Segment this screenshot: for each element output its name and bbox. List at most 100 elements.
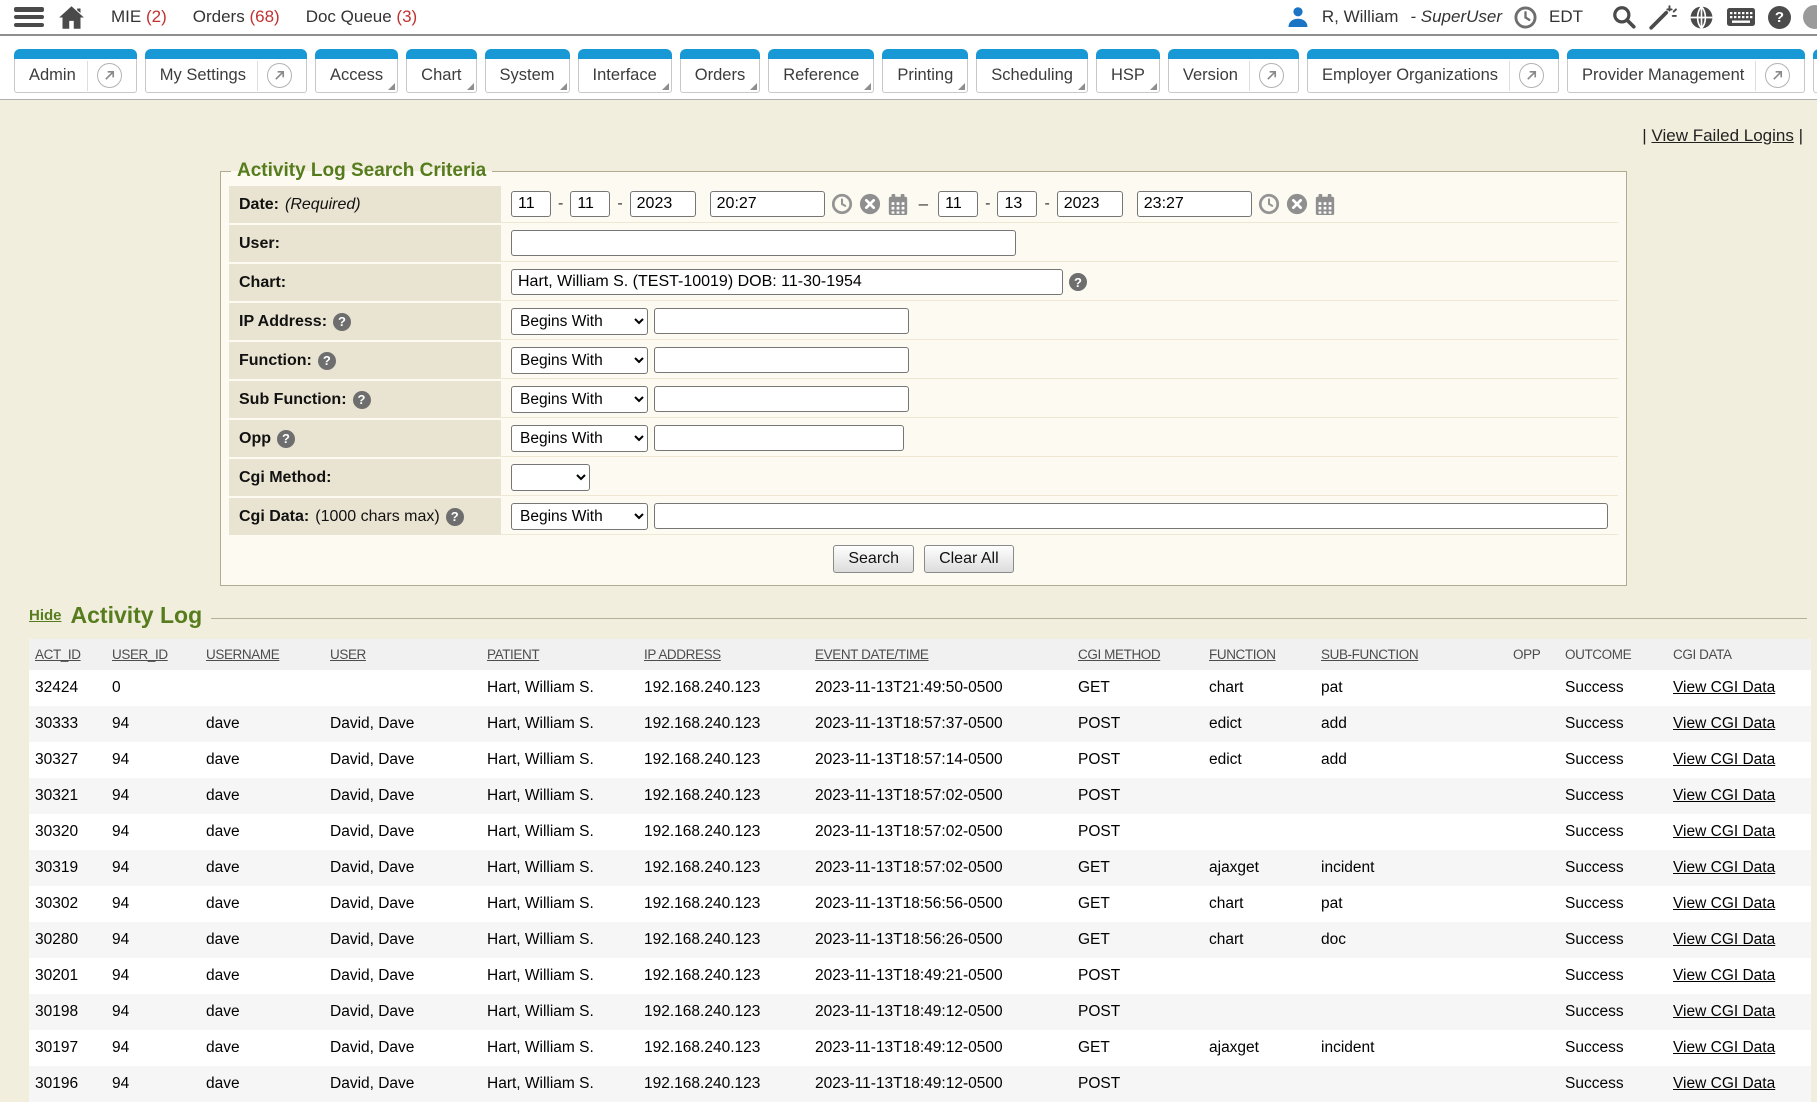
calendar-icon[interactable] [1314,193,1336,216]
timezone-label: EDT [1549,7,1583,27]
time-from-input[interactable] [710,191,825,217]
cell-opp [1507,958,1559,994]
cell-act-id: 30320 [29,814,106,850]
sub-function-input[interactable] [654,386,909,412]
tab-hsp[interactable]: HSP [1096,59,1160,93]
external-link-icon [1259,63,1284,88]
tab-my-settings[interactable]: My Settings [145,59,307,93]
help-icon[interactable]: ? [1768,6,1791,29]
view-cgi-data-link[interactable]: View CGI Data [1673,823,1775,840]
ip-operator-select[interactable]: Begins With [511,308,648,335]
cell-sub-function [1315,958,1507,994]
tab-access[interactable]: Access [315,59,398,93]
opp-input[interactable] [654,425,904,451]
view-failed-logins-link[interactable]: View Failed Logins [1651,126,1793,145]
cgi-data-input[interactable] [654,503,1608,529]
magic-wand-icon[interactable] [1649,4,1677,30]
table-row: 3019694daveDavid, DaveHart, William S.19… [29,1066,1811,1102]
cell-event: 2023-11-13T18:57:37-0500 [809,706,1072,742]
help-icon[interactable] [1069,273,1087,291]
function-operator-select[interactable]: Begins With [511,347,648,374]
help-icon[interactable] [318,352,336,370]
cell-patient: Hart, William S. [481,814,638,850]
nav-item-orders[interactable]: Orders (68) [193,7,280,27]
hide-link[interactable]: Hide [29,607,62,624]
top-bar-right: R, William - SuperUser EDT ? [1286,4,1803,30]
clear-date-icon[interactable] [1286,193,1308,215]
sub-function-operator-select[interactable]: Begins With [511,386,648,413]
calendar-icon[interactable] [887,193,909,216]
search-button[interactable]: Search [833,545,914,573]
tab-version[interactable]: Version [1168,59,1299,93]
tab-system[interactable]: System [485,59,570,93]
date-from-month-input[interactable] [511,191,551,217]
tab-chart[interactable]: Chart [406,59,476,93]
clear-date-icon[interactable] [859,193,881,215]
user-input[interactable] [511,230,1016,256]
view-cgi-data-link[interactable]: View CGI Data [1673,1075,1775,1092]
cell-ip: 192.168.240.123 [638,958,809,994]
date-to-month-input[interactable] [938,191,978,217]
user-avatar-icon[interactable] [1286,5,1310,29]
cell-method: GET [1072,1030,1203,1066]
cell-method: GET [1072,922,1203,958]
hamburger-menu-icon[interactable] [14,7,44,27]
tab-orders[interactable]: Orders [680,59,760,93]
cell-user-id: 94 [106,1066,200,1102]
chart-input[interactable] [511,269,1063,295]
help-icon[interactable] [446,508,464,526]
tab-reference[interactable]: Reference [768,59,874,93]
tab-provider-management[interactable]: Provider Management [1567,59,1805,93]
date-to-day-input[interactable] [997,191,1037,217]
home-icon[interactable] [58,5,85,30]
keyboard-icon[interactable] [1726,6,1756,28]
time-to-input[interactable] [1137,191,1252,217]
search-icon[interactable] [1611,4,1637,30]
cell-method: POST [1072,958,1203,994]
view-cgi-data-link[interactable]: View CGI Data [1673,1003,1775,1020]
tab-bar: Admin My Settings Access Chart System In… [0,36,1817,100]
tab-printing[interactable]: Printing [882,59,968,93]
user-name[interactable]: R, William [1322,7,1399,27]
tab-similar-exposures[interactable]: Similar Exposu [1813,59,1817,93]
help-icon[interactable] [277,430,295,448]
view-cgi-data-link[interactable]: View CGI Data [1673,859,1775,876]
cell-outcome: Success [1559,670,1667,706]
view-cgi-data-link[interactable]: View CGI Data [1673,931,1775,948]
view-cgi-data-link[interactable]: View CGI Data [1673,751,1775,768]
tab-scheduling[interactable]: Scheduling [976,59,1088,93]
clear-all-button[interactable]: Clear All [924,545,1014,573]
help-icon[interactable] [353,391,371,409]
cell-user: David, Dave [324,922,481,958]
clock-icon[interactable] [1514,6,1537,29]
cell-cgi-data: View CGI Data [1667,958,1811,994]
function-input[interactable] [654,347,909,373]
tab-interface[interactable]: Interface [578,59,672,93]
tab-admin[interactable]: Admin [14,59,137,93]
cgi-method-row: Cgi Method: [229,459,1618,496]
cell-function: chart [1203,670,1315,706]
view-cgi-data-link[interactable]: View CGI Data [1673,895,1775,912]
cell-username [200,670,324,706]
cgi-method-select[interactable] [511,464,590,491]
time-picker-icon[interactable] [1258,193,1280,215]
cell-event: 2023-11-13T18:57:02-0500 [809,778,1072,814]
view-cgi-data-link[interactable]: View CGI Data [1673,679,1775,696]
view-cgi-data-link[interactable]: View CGI Data [1673,1039,1775,1056]
help-icon[interactable] [333,313,351,331]
cgi-data-operator-select[interactable]: Begins With [511,503,648,530]
opp-operator-select[interactable]: Begins With [511,425,648,452]
globe-icon[interactable] [1689,5,1714,30]
cell-sub-function: doc [1315,922,1507,958]
date-to-year-input[interactable] [1057,191,1123,217]
date-from-year-input[interactable] [630,191,696,217]
view-cgi-data-link[interactable]: View CGI Data [1673,967,1775,984]
view-cgi-data-link[interactable]: View CGI Data [1673,787,1775,804]
ip-address-input[interactable] [654,308,909,334]
nav-item-doc-queue[interactable]: Doc Queue (3) [306,7,418,27]
view-cgi-data-link[interactable]: View CGI Data [1673,715,1775,732]
date-from-day-input[interactable] [570,191,610,217]
nav-item-mie[interactable]: MIE (2) [111,7,167,27]
time-picker-icon[interactable] [831,193,853,215]
tab-employer-organizations[interactable]: Employer Organizations [1307,59,1559,93]
